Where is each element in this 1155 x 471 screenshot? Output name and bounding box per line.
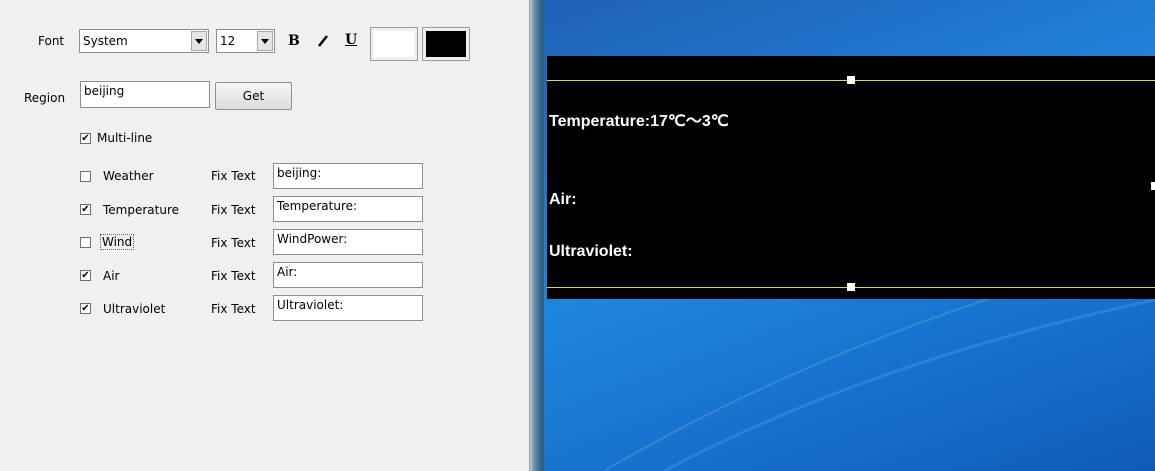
foreground-color-fill <box>426 31 466 57</box>
air-checkbox[interactable]: ✔ <box>80 270 91 281</box>
temperature-label: Temperature <box>103 203 180 217</box>
preview-line-temperature: Temperature:17℃～3℃ <box>549 113 729 130</box>
check-icon: ✔ <box>81 203 90 215</box>
bottom-resize-handle[interactable] <box>847 283 855 291</box>
font-label: Font <box>38 34 65 48</box>
settings-panel: Font System 12 B U Region beijing Get ✔ … <box>0 0 530 471</box>
italic-icon <box>318 35 328 47</box>
fix-text-label: Fix Text <box>211 236 256 250</box>
weather-preview[interactable]: Temperature:17℃～3℃ Air: Ultraviolet: <box>547 56 1155 299</box>
check-icon: ✔ <box>81 302 90 314</box>
wind-fix-text-input[interactable]: WindPower: <box>273 229 423 255</box>
panel-splitter[interactable] <box>530 0 544 471</box>
font-size-select[interactable]: 12 <box>216 29 275 53</box>
preview-line-ultraviolet: Ultraviolet: <box>549 243 633 260</box>
background-color-swatch[interactable] <box>370 27 418 61</box>
chevron-down-icon[interactable] <box>257 31 273 51</box>
ultraviolet-checkbox[interactable]: ✔ <box>80 303 91 314</box>
right-resize-handle[interactable] <box>1151 182 1155 190</box>
multiline-checkbox[interactable]: ✔ <box>80 133 91 144</box>
font-family-select[interactable]: System <box>79 29 209 53</box>
fix-text-label: Fix Text <box>211 169 256 183</box>
region-input[interactable]: beijing <box>80 81 210 108</box>
wind-label: Wind <box>99 234 135 250</box>
underline-button[interactable]: U <box>345 32 357 48</box>
foreground-color-swatch[interactable] <box>422 27 470 61</box>
region-label: Region <box>24 91 66 105</box>
font-family-value: System <box>83 34 128 48</box>
ultraviolet-label: Ultraviolet <box>103 302 166 316</box>
multiline-label: Multi-line <box>97 131 153 145</box>
fix-text-label: Fix Text <box>211 302 256 316</box>
fix-text-label: Fix Text <box>211 269 256 283</box>
weather-checkbox[interactable] <box>80 171 91 182</box>
air-fix-text-input[interactable]: Air: <box>273 262 423 288</box>
top-resize-handle[interactable] <box>847 76 855 84</box>
check-icon: ✔ <box>81 132 90 144</box>
italic-button[interactable] <box>316 33 330 49</box>
get-button[interactable]: Get <box>215 82 292 110</box>
temperature-fix-text-input[interactable]: Temperature: <box>273 196 423 222</box>
check-icon: ✔ <box>81 269 90 281</box>
chevron-down-icon[interactable] <box>191 31 207 51</box>
ultraviolet-fix-text-input[interactable]: Ultraviolet: <box>273 295 423 321</box>
preview-line-air: Air: <box>549 191 577 208</box>
font-size-value: 12 <box>220 34 236 48</box>
bold-button[interactable]: B <box>288 33 300 49</box>
temperature-checkbox[interactable]: ✔ <box>80 204 91 215</box>
wind-checkbox[interactable] <box>80 237 91 248</box>
background-color-fill <box>374 31 414 57</box>
air-label: Air <box>103 269 120 283</box>
weather-label: Weather <box>103 169 154 183</box>
fix-text-label: Fix Text <box>211 203 256 217</box>
weather-fix-text-input[interactable]: beijing: <box>273 163 423 189</box>
